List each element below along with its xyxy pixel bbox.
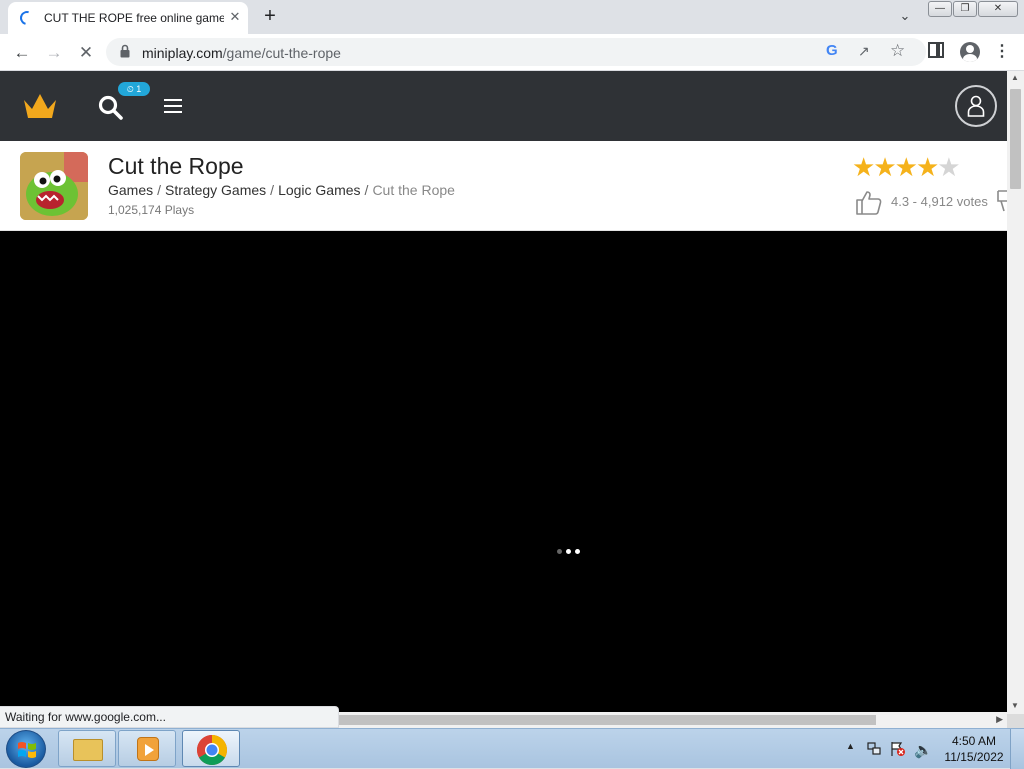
chrome-icon [196,735,228,766]
breadcrumb-current: Cut the Rope [372,182,455,198]
windows-logo-icon [18,742,36,758]
om-nom-image [20,152,88,220]
network-icon[interactable] [866,741,882,757]
side-panel-icon[interactable] [928,42,944,58]
windows-taskbar: ▲ 🔈 4:50 AM 11/15/2022 [0,728,1024,769]
scrollbar-corner [1007,714,1024,728]
volume-icon[interactable]: 🔈 [914,741,933,759]
scroll-down-arrow-icon[interactable]: ▼ [1011,701,1019,710]
bookmark-star-icon[interactable]: ☆ [890,41,905,61]
site-header: ⏲ 1 [0,71,1007,141]
breadcrumb-link-logic-games[interactable]: Logic Games [278,182,360,198]
url-text[interactable]: miniplay.com/game/cut-the-rope [142,45,341,61]
clock-time: 4:50 AM [951,734,997,748]
vertical-scrollbar[interactable]: ▲ ▼ [1007,71,1024,714]
lock-icon [120,44,130,58]
rating-star-icon[interactable]: ★ [852,152,875,182]
game-info-bar: Cut the Rope Games / Strategy Games / Logic … [0,141,1008,231]
game-canvas[interactable] [0,231,1007,714]
thumbs-up-icon[interactable] [854,188,882,216]
star-rating[interactable]: ★★★★★ [852,152,961,182]
scroll-up-arrow-icon[interactable]: ▲ [1011,73,1019,82]
taskbar-media-player-button[interactable] [118,730,176,767]
start-button[interactable] [6,730,46,768]
url-path: /game/cut-the-rope [222,45,341,61]
breadcrumb-link-strategy-games[interactable]: Strategy Games [165,182,266,198]
recent-games-badge[interactable]: ⏲ 1 [118,82,150,96]
address-bar[interactable]: miniplay.com/game/cut-the-rope G ↗ ☆ [106,38,926,66]
user-account-icon[interactable] [955,85,997,127]
rating-star-icon[interactable]: ★ [937,152,960,182]
back-arrow-icon[interactable]: ← [10,41,34,65]
browser-tab-strip: CUT THE ROPE free online game ✕ + ⌄ — ❐ … [0,0,1024,34]
google-lens-icon[interactable]: G [826,42,838,59]
show-hidden-icons-arrow-icon[interactable]: ▲ [846,741,855,751]
breadcrumb-link-games[interactable]: Games [108,182,153,198]
taskbar-explorer-button[interactable] [58,730,116,767]
profile-avatar-icon[interactable] [960,42,980,62]
vertical-scroll-thumb[interactable] [1010,89,1021,189]
loading-dots-icon [557,541,587,554]
system-tray: ▲ 🔈 4:50 AM 11/15/2022 [842,729,1024,769]
web-page: ⏲ 1 Cut the Rope Games / Strategy Games / Lo… [0,71,1024,728]
show-desktop-button[interactable] [1010,729,1024,769]
browser-toolbar: ← → ✕ miniplay.com/game/cut-the-rope G ↗… [0,34,1024,71]
browser-tab[interactable]: CUT THE ROPE free online game ✕ [8,2,248,34]
breadcrumb: Games / Strategy Games / Logic Games / Cut the… [108,182,455,198]
loading-spinner-icon [17,8,37,28]
hamburger-menu-icon[interactable] [164,99,182,113]
taskbar-clock[interactable]: 4:50 AM 11/15/2022 [942,733,1006,765]
forward-arrow-icon[interactable]: → [42,41,66,65]
rating-star-icon[interactable]: ★ [916,152,939,182]
media-player-icon [137,737,159,761]
tab-search-chevron-icon[interactable]: ⌄ [895,8,915,26]
folder-icon [73,739,103,761]
tab-close-icon[interactable]: ✕ [226,8,244,26]
rating-votes: 4.3 - 4,912 votes [891,194,988,209]
status-bubble: Waiting for www.google.com... [0,706,339,728]
clock-date: 11/15/2022 [944,750,1004,764]
tab-title: CUT THE ROPE free online game [44,11,224,25]
url-host: miniplay.com [142,45,223,61]
taskbar-chrome-button[interactable] [182,730,240,767]
play-count: 1,025,174 Plays [108,203,195,217]
rating-star-icon[interactable]: ★ [873,152,896,182]
window-restore-button[interactable]: ❐ [953,1,977,17]
window-close-button[interactable]: ✕ [978,1,1018,17]
scroll-right-arrow-icon[interactable]: ▶ [996,714,1003,725]
site-logo-crown-icon[interactable] [22,92,58,120]
action-center-flag-icon[interactable] [890,741,906,757]
rating-star-icon[interactable]: ★ [895,152,918,182]
game-thumbnail[interactable] [20,152,88,220]
new-tab-button[interactable]: + [258,4,282,28]
share-icon[interactable]: ↗ [858,43,870,60]
search-icon[interactable] [98,95,124,121]
horizontal-scroll-thumb[interactable] [339,715,876,725]
game-title: Cut the Rope [108,153,244,179]
stop-loading-icon[interactable]: ✕ [74,41,98,65]
chrome-menu-icon[interactable]: ⋮ [994,40,1010,64]
window-minimize-button[interactable]: — [928,1,952,17]
